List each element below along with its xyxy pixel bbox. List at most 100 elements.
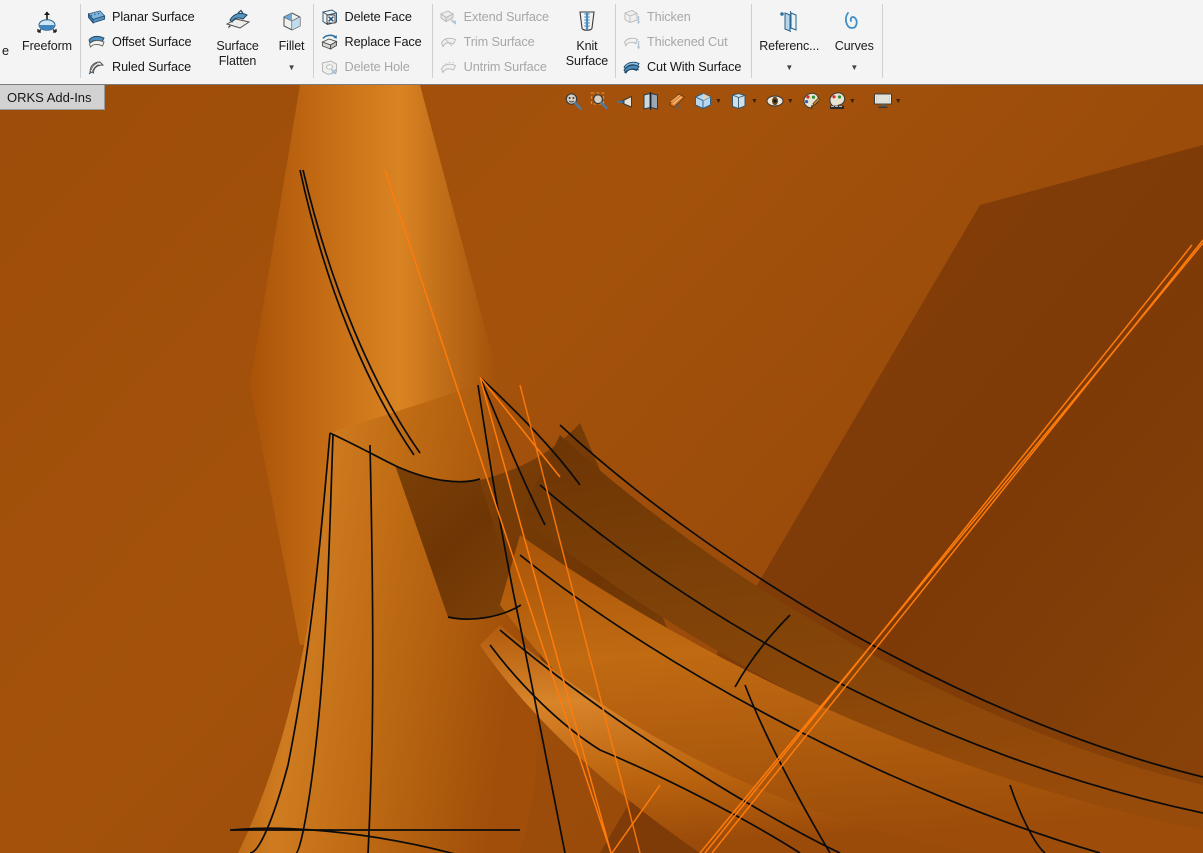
- ribbon-separator: [882, 4, 884, 78]
- freeform-label: Freeform: [22, 39, 72, 53]
- view-orientation-button[interactable]: A: [664, 89, 690, 113]
- delete-hole-icon: [320, 58, 339, 77]
- fillet-dropdown-caret[interactable]: ▼: [288, 64, 296, 72]
- reference-geometry-icon: [774, 7, 804, 37]
- trim-surface-icon: [439, 33, 458, 52]
- thicken-button: Thicken: [622, 5, 745, 30]
- truncated-left-label: e: [2, 44, 10, 58]
- extend-surface-button: Extend Surface: [439, 5, 553, 30]
- hide-show-items-button[interactable]: ▼: [726, 89, 762, 113]
- viewport-layout-caret[interactable]: ▼: [895, 98, 902, 105]
- surface-create-stack: Planar Surface Offset Surface Ruled Surf…: [81, 2, 205, 82]
- ribbon-group-thicken: Thicken Thickened Cut Cut With Surface: [616, 0, 751, 84]
- cut-with-surface-icon: [622, 58, 641, 77]
- extend-surface-icon: [439, 8, 458, 27]
- knit-surface-label: Knit Surface: [565, 39, 609, 68]
- fillet-icon: [277, 7, 307, 37]
- ribbon-group-surface-trim: Extend Surface Trim Surface Untrim Surfa…: [433, 0, 615, 84]
- reference-geometry-dropdown-caret[interactable]: ▼: [785, 64, 793, 72]
- planar-surface-button[interactable]: Planar Surface: [87, 5, 199, 30]
- cut-with-surface-button[interactable]: Cut With Surface: [622, 55, 745, 80]
- curves-button[interactable]: Curves ▼: [826, 2, 882, 82]
- surface-flatten-label: Surface Flatten: [216, 39, 259, 68]
- knit-surface-icon: [572, 7, 602, 37]
- view-settings-icon: [826, 90, 848, 112]
- ruled-surface-icon: [87, 58, 106, 77]
- replace-face-icon: [320, 33, 339, 52]
- hide-show-items-icon: [728, 90, 750, 112]
- tab-solidworks-add-ins[interactable]: ORKS Add-Ins: [0, 85, 105, 110]
- delete-face-button[interactable]: Delete Face: [320, 5, 426, 30]
- untrim-surface-label: Untrim Surface: [463, 60, 547, 74]
- heads-up-view-toolbar: A ▼ ▼ ▼ ▼ ▼: [560, 88, 906, 114]
- zoom-to-area-button[interactable]: [586, 89, 612, 113]
- replace-face-button[interactable]: Replace Face: [320, 30, 426, 55]
- ribbon-toolbar: e Freeform Planar Surface Offset Surface…: [0, 0, 1203, 85]
- delete-face-icon: [320, 8, 339, 27]
- cut-with-surface-label: Cut With Surface: [646, 60, 742, 74]
- fillet-label: Fillet: [278, 39, 305, 53]
- zoom-to-fit-icon: [562, 90, 584, 112]
- untrim-surface-button: Untrim Surface: [439, 55, 553, 80]
- svg-text:A: A: [676, 104, 681, 111]
- delete-face-label: Delete Face: [344, 10, 412, 24]
- face-edit-stack: Delete Face Replace Face Delete Hole: [314, 2, 432, 82]
- edit-appearance-button[interactable]: ▼: [762, 89, 798, 113]
- edit-appearance-caret[interactable]: ▼: [787, 98, 794, 105]
- freeform-icon: [32, 7, 62, 37]
- delete-hole-button: Delete Hole: [320, 55, 426, 80]
- surface-flatten-button[interactable]: Surface Flatten: [205, 2, 271, 82]
- offset-surface-icon: [87, 33, 106, 52]
- thickened-cut-icon: [622, 33, 641, 52]
- previous-view-icon: [614, 90, 636, 112]
- zoom-to-fit-button[interactable]: [560, 89, 586, 113]
- extend-surface-label: Extend Surface: [463, 10, 549, 24]
- edit-appearance-icon: [764, 90, 786, 112]
- planar-surface-label: Planar Surface: [112, 10, 195, 24]
- display-style-button[interactable]: ▼: [690, 89, 726, 113]
- freeform-button[interactable]: Freeform: [14, 2, 80, 82]
- curves-label: Curves: [834, 39, 874, 53]
- thicken-icon: [622, 8, 641, 27]
- offset-surface-button[interactable]: Offset Surface: [87, 30, 199, 55]
- knit-surface-button[interactable]: Knit Surface: [559, 2, 615, 82]
- view-settings-button[interactable]: ▼: [824, 89, 860, 113]
- replace-face-label: Replace Face: [344, 35, 422, 49]
- offset-surface-label: Offset Surface: [112, 35, 192, 49]
- apply-scene-palette-icon: [800, 90, 822, 112]
- display-style-caret[interactable]: ▼: [715, 98, 722, 105]
- zoom-to-area-icon: [588, 90, 610, 112]
- hide-show-items-caret[interactable]: ▼: [751, 98, 758, 105]
- reference-geometry-label: Referenc...: [759, 39, 820, 53]
- viewport-layout-icon: [872, 90, 894, 112]
- apply-scene-button[interactable]: [798, 89, 824, 113]
- ribbon-group-freeform: Freeform: [14, 0, 80, 84]
- thickened-cut-button: Thickened Cut: [622, 30, 745, 55]
- previous-view-button[interactable]: [612, 89, 638, 113]
- view-settings-caret[interactable]: ▼: [849, 98, 856, 105]
- ribbon-group-face-edit: Delete Face Replace Face Delete Hole: [314, 0, 432, 84]
- ribbon-group-surface-create: Planar Surface Offset Surface Ruled Surf…: [81, 0, 313, 84]
- delete-hole-label: Delete Hole: [344, 60, 410, 74]
- viewport-layout-button[interactable]: ▼: [870, 89, 906, 113]
- section-view-icon: [640, 90, 662, 112]
- planar-surface-icon: [87, 8, 106, 27]
- ribbon-group-reference: Referenc... ▼ Curves ▼: [752, 0, 882, 84]
- thickened-cut-label: Thickened Cut: [646, 35, 728, 49]
- thicken-stack: Thicken Thickened Cut Cut With Surface: [616, 2, 751, 82]
- reference-geometry-button[interactable]: Referenc... ▼: [752, 2, 826, 82]
- fillet-button[interactable]: Fillet ▼: [271, 2, 313, 82]
- untrim-surface-icon: [439, 58, 458, 77]
- ruled-surface-button[interactable]: Ruled Surface: [87, 55, 199, 80]
- cad-viewport[interactable]: [0, 85, 1203, 853]
- display-style-icon: [692, 90, 714, 112]
- thicken-label: Thicken: [646, 10, 691, 24]
- section-view-button[interactable]: [638, 89, 664, 113]
- view-orientation-icon: A: [666, 90, 688, 112]
- curves-icon: [839, 7, 869, 37]
- trim-surface-button: Trim Surface: [439, 30, 553, 55]
- ruled-surface-label: Ruled Surface: [112, 60, 192, 74]
- trim-surface-label: Trim Surface: [463, 35, 535, 49]
- curves-dropdown-caret[interactable]: ▼: [850, 64, 858, 72]
- surface-trim-stack: Extend Surface Trim Surface Untrim Surfa…: [433, 2, 559, 82]
